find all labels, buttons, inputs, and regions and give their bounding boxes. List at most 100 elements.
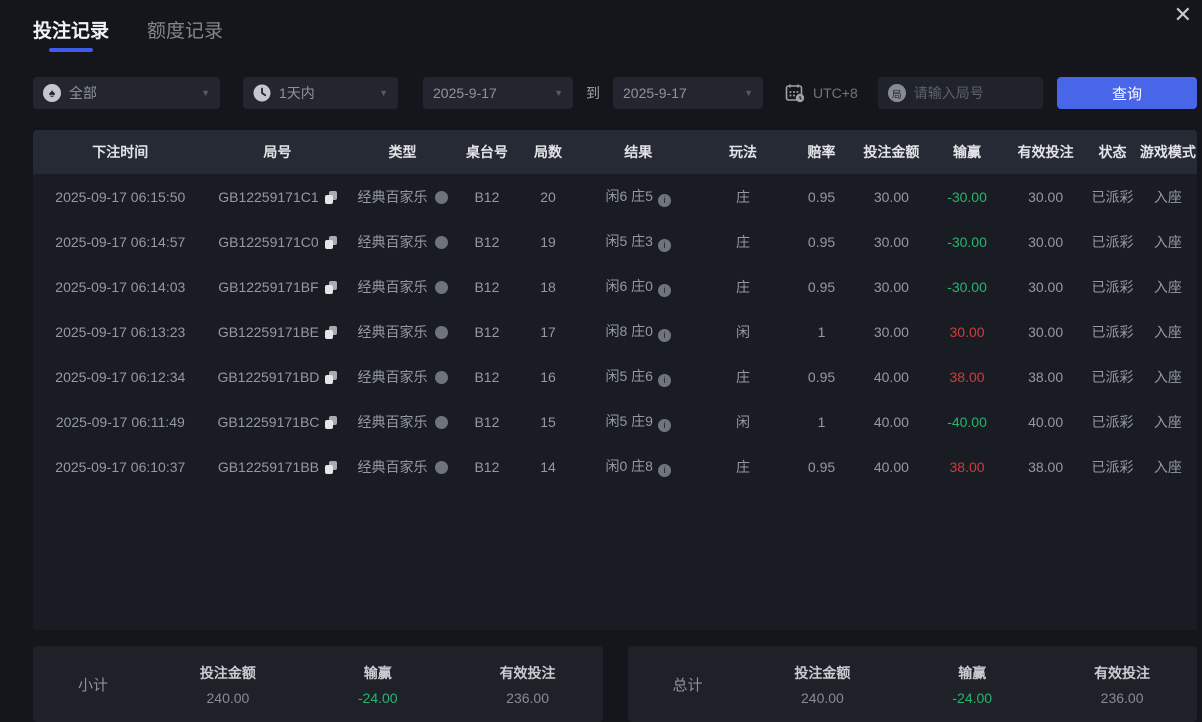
cell-win-loss: 38.00 bbox=[949, 368, 985, 385]
cell-valid-bet: 30.00 bbox=[1028, 278, 1064, 295]
column-header: 下注时间 bbox=[33, 130, 208, 174]
column-header: 玩法 bbox=[696, 130, 790, 174]
info-icon[interactable]: i bbox=[657, 418, 671, 432]
cell-round-no: 17 bbox=[540, 323, 556, 340]
copy-icon[interactable] bbox=[324, 280, 337, 294]
cell-round-id: GB12259171BD bbox=[208, 354, 348, 399]
column-header: 局号 bbox=[207, 130, 348, 174]
cell-table-no: B12 bbox=[474, 233, 500, 250]
game-type-dropdown[interactable]: ♠ 全部 ▼ bbox=[33, 77, 220, 109]
date-to-value: 2025-9-17 bbox=[623, 85, 687, 101]
cell-round-id: GB12259171BC bbox=[208, 399, 348, 444]
info-icon[interactable]: i bbox=[657, 463, 671, 477]
filter-bar: ♠ 全部 ▼ 1天内 ▼ 2025-9-17 ▼ 到 2025-9-17 ▼ U… bbox=[33, 77, 1197, 109]
copy-icon[interactable] bbox=[325, 460, 338, 474]
cell-odds: 0.95 bbox=[807, 188, 836, 205]
cell-game-mode: 入座 bbox=[1153, 368, 1182, 385]
tab-bet-records[interactable]: 投注记录 bbox=[33, 16, 109, 57]
query-button[interactable]: 查询 bbox=[1057, 77, 1197, 109]
tab-quota-records[interactable]: 额度记录 bbox=[147, 16, 223, 57]
cell-game-mode: 入座 bbox=[1153, 233, 1182, 250]
cell-round-id: GB12259171BE bbox=[208, 309, 348, 354]
info-icon[interactable]: i bbox=[657, 373, 671, 387]
cell-round-no: 19 bbox=[540, 233, 556, 250]
cell-status: 已派彩 bbox=[1091, 278, 1134, 295]
cell-odds: 0.95 bbox=[807, 278, 836, 295]
cell-play: 庄 bbox=[735, 458, 750, 475]
copy-icon[interactable] bbox=[325, 325, 338, 339]
column-header: 游戏模式 bbox=[1138, 130, 1197, 174]
total-label: 总计 bbox=[672, 676, 703, 694]
cell-bet-time: 2025-09-17 06:15:50 bbox=[55, 188, 186, 205]
cell-win-loss: -30.00 bbox=[947, 233, 987, 250]
cell-game-mode: 入座 bbox=[1153, 188, 1182, 205]
copy-icon[interactable] bbox=[324, 235, 337, 249]
info-icon[interactable]: i bbox=[657, 238, 671, 252]
timezone-label: UTC+8 bbox=[813, 85, 858, 101]
cell-bet-time: 2025-09-17 06:14:57 bbox=[55, 233, 186, 250]
info-icon[interactable]: i bbox=[657, 283, 671, 297]
table-row: 2025-09-17 06:11:49 GB12259171BC 经典百家乐 B12 1… bbox=[33, 399, 1197, 444]
cell-round-no: 18 bbox=[540, 278, 556, 295]
cell-play: 闲 bbox=[735, 323, 750, 340]
cell-bet-amount: 40.00 bbox=[873, 413, 909, 430]
chevron-down-icon: ▼ bbox=[744, 88, 753, 98]
copy-icon[interactable] bbox=[325, 415, 338, 429]
tab-bar: 投注记录 额度记录 bbox=[0, 0, 1202, 57]
calendar-clock-icon bbox=[785, 84, 805, 103]
cell-bet-time: 2025-09-17 06:10:37 bbox=[55, 458, 186, 475]
cell-win-loss: 30.00 bbox=[949, 323, 985, 340]
video-dot-icon bbox=[434, 190, 448, 204]
chevron-down-icon: ▼ bbox=[201, 88, 210, 98]
cell-odds: 1 bbox=[817, 323, 826, 340]
cell-result: 闲6 庄0 i bbox=[580, 264, 696, 309]
cell-status: 已派彩 bbox=[1091, 458, 1134, 475]
round-icon: 局 bbox=[887, 84, 906, 102]
cell-valid-bet: 30.00 bbox=[1028, 188, 1064, 205]
cell-bet-time: 2025-09-17 06:13:23 bbox=[55, 323, 186, 340]
cell-table-no: B12 bbox=[474, 188, 500, 205]
cell-table-no: B12 bbox=[474, 413, 500, 430]
video-dot-icon bbox=[434, 460, 448, 474]
timezone-indicator: UTC+8 bbox=[785, 83, 858, 103]
cell-game-mode: 入座 bbox=[1153, 413, 1182, 430]
table-row: 2025-09-17 06:14:03 GB12259171BF 经典百家乐 B12 1… bbox=[33, 264, 1197, 309]
cell-odds: 0.95 bbox=[807, 368, 836, 385]
cell-play: 庄 bbox=[735, 188, 750, 205]
cell-play: 庄 bbox=[735, 233, 750, 250]
chevron-down-icon: ▼ bbox=[379, 88, 388, 98]
date-to-dropdown[interactable]: 2025-9-17 ▼ bbox=[613, 77, 763, 109]
cell-result: 闲0 庄8 i bbox=[580, 444, 696, 489]
info-icon[interactable]: i bbox=[657, 328, 671, 342]
cell-bet-time: 2025-09-17 06:11:49 bbox=[55, 413, 185, 430]
cell-status: 已派彩 bbox=[1091, 233, 1134, 250]
cell-table-no: B12 bbox=[474, 323, 500, 340]
cell-round-no: 20 bbox=[540, 188, 556, 205]
table-row: 2025-09-17 06:15:50 GB12259171C1 经典百家乐 B12 2… bbox=[33, 174, 1197, 219]
cell-round-id: GB12259171C1 bbox=[208, 174, 348, 219]
column-header: 局数 bbox=[516, 130, 581, 174]
cell-game-mode: 入座 bbox=[1153, 323, 1182, 340]
column-header: 有效投注 bbox=[1004, 130, 1087, 174]
cell-game-type: 经典百家乐 bbox=[347, 174, 458, 219]
video-dot-icon bbox=[434, 280, 448, 294]
cell-game-type: 经典百家乐 bbox=[347, 444, 458, 489]
game-type-value: 全部 bbox=[69, 85, 97, 101]
close-icon[interactable]: ✕ bbox=[1174, 4, 1192, 26]
cell-table-no: B12 bbox=[474, 278, 500, 295]
cell-game-type: 经典百家乐 bbox=[347, 264, 458, 309]
copy-icon[interactable] bbox=[325, 370, 338, 384]
info-icon[interactable]: i bbox=[657, 193, 671, 207]
date-from-dropdown[interactable]: 2025-9-17 ▼ bbox=[423, 77, 573, 109]
cell-odds: 0.95 bbox=[807, 458, 836, 475]
cell-result: 闲5 庄9 i bbox=[580, 399, 696, 444]
cell-bet-amount: 30.00 bbox=[873, 233, 909, 250]
bet-records-table: 下注时间 局号 类型 桌台号 局数 结果 玩法 赔率 投注金额 输赢 有效投注 状态 游戏模式 2025… bbox=[33, 130, 1197, 630]
round-number-input[interactable] bbox=[913, 85, 1033, 101]
subtotal-bet-amount: 投注金额 240.00 bbox=[199, 664, 256, 706]
subtotal-label: 小计 bbox=[77, 676, 108, 694]
time-range-value: 1天内 bbox=[279, 85, 315, 101]
copy-icon[interactable] bbox=[324, 190, 337, 204]
time-range-dropdown[interactable]: 1天内 ▼ bbox=[243, 77, 398, 109]
cell-win-loss: -40.00 bbox=[947, 413, 987, 430]
